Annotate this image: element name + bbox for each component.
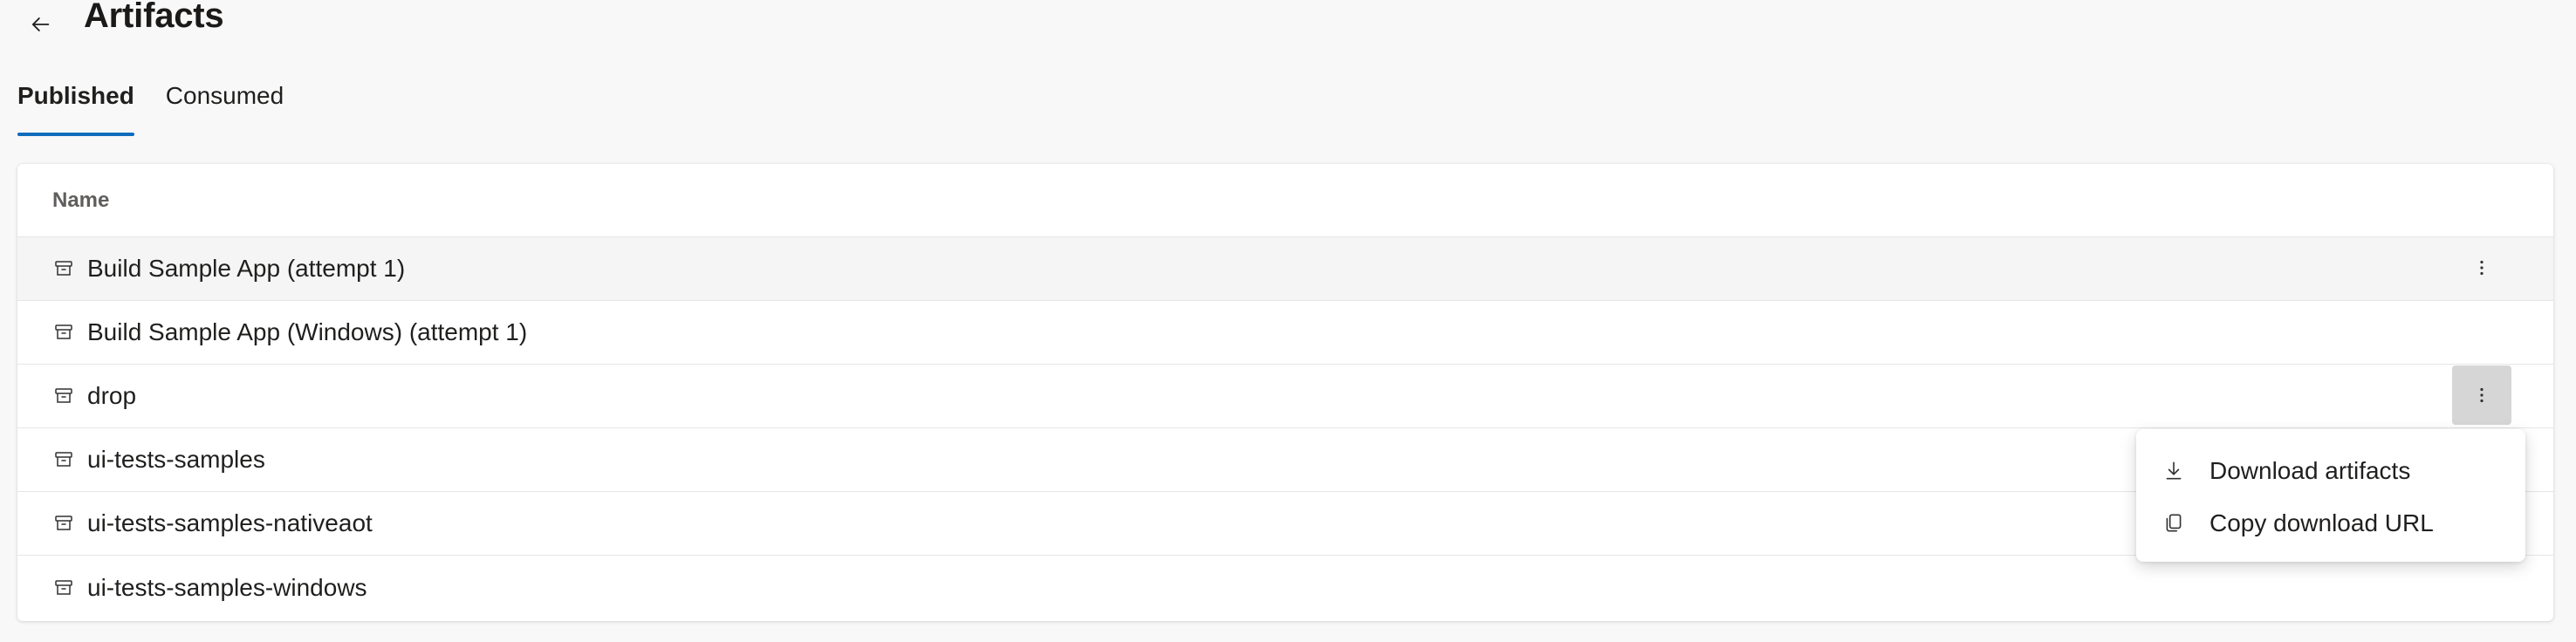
page-header: Artifacts — [0, 0, 2576, 52]
menu-item-label: Download artifacts — [2209, 457, 2411, 484]
artifact-box-icon — [52, 448, 75, 471]
artifact-box-icon — [52, 257, 75, 280]
artifact-box-icon — [52, 512, 75, 535]
column-header-name[interactable]: Name — [17, 164, 2553, 237]
more-vertical-icon — [2480, 387, 2484, 403]
table-row[interactable]: drop — [17, 365, 2553, 428]
menu-item-copy-download-url[interactable]: Copy download URL — [2136, 497, 2525, 550]
more-options-button[interactable] — [2452, 365, 2511, 425]
table-row[interactable]: ui-tests-samples-windows — [17, 556, 2553, 619]
artifact-name: Build Sample App (Windows) (attempt 1) — [87, 318, 528, 345]
artifact-box-icon — [52, 577, 75, 599]
artifact-box-icon — [52, 385, 75, 407]
artifact-name: ui-tests-samples — [87, 446, 265, 473]
download-icon — [2162, 460, 2185, 482]
menu-item-download-artifacts[interactable]: Download artifacts — [2136, 445, 2525, 497]
menu-item-label: Copy download URL — [2209, 509, 2434, 536]
more-vertical-icon — [2480, 260, 2484, 276]
page-title: Artifacts — [84, 0, 224, 35]
artifact-name: ui-tests-samples-nativeaot — [87, 509, 373, 536]
artifact-name: ui-tests-samples-windows — [87, 573, 367, 601]
more-options-button[interactable] — [2452, 238, 2511, 297]
back-button[interactable] — [23, 7, 58, 42]
artifact-name: Build Sample App (attempt 1) — [87, 255, 406, 282]
artifact-box-icon — [52, 321, 75, 344]
table-row[interactable]: Build Sample App (Windows) (attempt 1) — [17, 301, 2553, 365]
artifact-tabs: Published Consumed — [17, 70, 315, 136]
table-row[interactable]: Build Sample App (attempt 1) — [17, 237, 2553, 301]
tab-consumed[interactable]: Consumed — [166, 70, 284, 136]
tab-published[interactable]: Published — [17, 70, 134, 136]
artifact-context-menu: Download artifacts Copy download URL — [2136, 429, 2525, 562]
copy-icon — [2162, 512, 2185, 535]
arrow-left-icon — [31, 17, 50, 31]
artifact-name: drop — [87, 382, 137, 409]
